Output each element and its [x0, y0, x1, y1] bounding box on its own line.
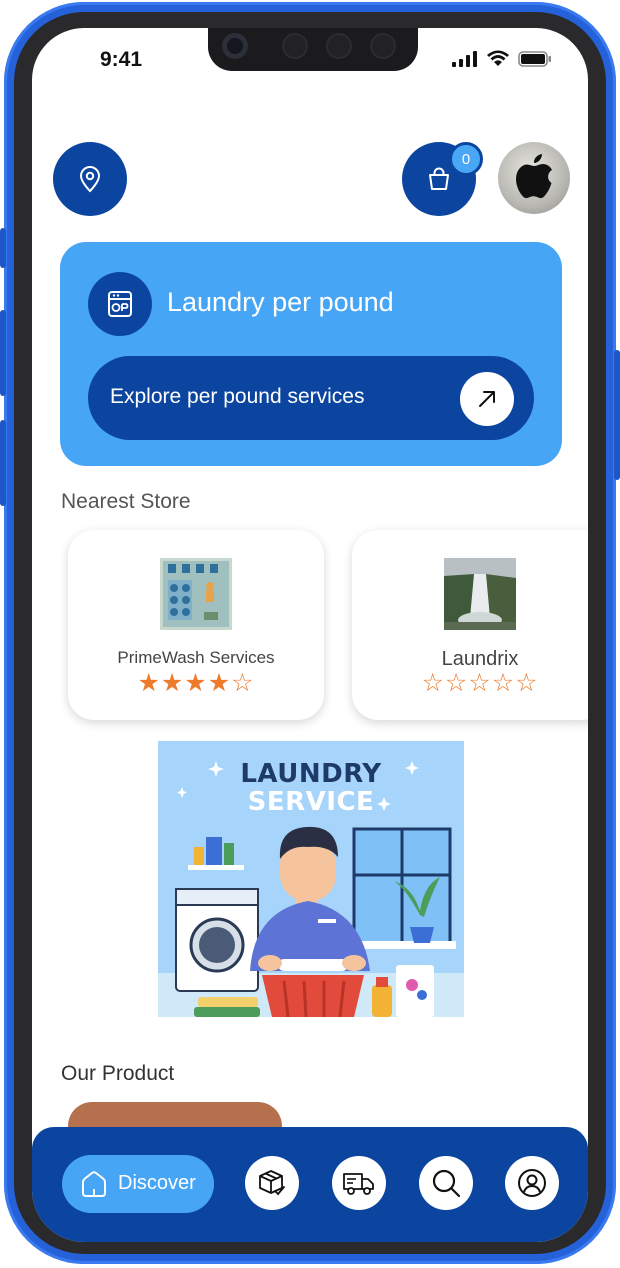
location-pin-icon [79, 166, 101, 193]
explore-button-label: Explore per pound services [110, 385, 365, 408]
banner-title-line1: LAUNDRY [240, 759, 382, 789]
location-button[interactable] [53, 142, 127, 216]
power-button [614, 350, 620, 480]
apple-logo-icon [516, 154, 552, 199]
waterfall-image [444, 558, 516, 630]
nearest-store-title: Nearest Store [61, 490, 191, 513]
store-card-laundrix[interactable]: Laundrix ☆☆☆☆☆ [352, 530, 588, 720]
nav-profile-button[interactable] [505, 1156, 559, 1210]
our-product-title: Our Product [61, 1062, 175, 1085]
nav-discover-label: Discover [118, 1172, 196, 1194]
shopping-bag-icon [429, 167, 449, 190]
package-check-icon [259, 1170, 285, 1196]
nav-orders-button[interactable] [245, 1156, 299, 1210]
explore-per-pound-button[interactable]: Explore per pound services [88, 356, 534, 440]
store-thumbnail [444, 558, 516, 630]
sensor-icon [370, 33, 396, 59]
store-thumbnail [160, 558, 232, 630]
store-rating: ★★★★☆ [137, 669, 255, 697]
nav-delivery-button[interactable] [332, 1156, 386, 1210]
banner-title-line2: SERVICE [247, 787, 375, 817]
laundromat-image [160, 558, 232, 630]
user-profile-icon [518, 1169, 546, 1197]
store-name: PrimeWash Services [117, 648, 275, 667]
status-icons [452, 50, 552, 67]
promo-icon-circle [88, 272, 152, 336]
arrow-circle [460, 372, 514, 426]
promo-card: Laundry per pound Explore per pound serv… [60, 242, 562, 466]
status-time: 9:41 [100, 48, 143, 71]
store-card-primewash[interactable]: PrimeWash Services ★★★★☆ [68, 530, 324, 720]
washing-machine-icon [108, 291, 132, 317]
wifi-icon [487, 50, 509, 66]
cellular-signal-icon [452, 50, 477, 67]
notch [208, 28, 418, 71]
cart-count-badge: 0 [449, 142, 483, 176]
mute-switch [0, 228, 6, 268]
nav-search-button[interactable] [419, 1156, 473, 1210]
delivery-truck-icon [343, 1173, 374, 1195]
sensor-icon [282, 33, 308, 59]
search-icon [432, 1169, 461, 1198]
battery-icon [518, 50, 551, 67]
sensor-icon [326, 33, 352, 59]
arrow-up-right-icon [479, 391, 495, 407]
avatar[interactable] [498, 142, 570, 214]
laundry-service-banner[interactable]: LAUNDRY SERVICE [158, 741, 464, 1017]
home-icon [82, 1171, 106, 1197]
promo-title: Laundry per pound [167, 287, 394, 317]
volume-up-button [0, 310, 6, 396]
front-camera-icon [222, 33, 248, 59]
nav-discover-tab[interactable]: Discover [62, 1155, 214, 1213]
store-rating: ☆☆☆☆☆ [421, 669, 539, 697]
volume-down-button [0, 420, 6, 506]
phone-screen: 9:41 0 Laundry per pound Explore per pou… [32, 28, 588, 1242]
bottom-navigation: Discover [32, 1127, 588, 1242]
